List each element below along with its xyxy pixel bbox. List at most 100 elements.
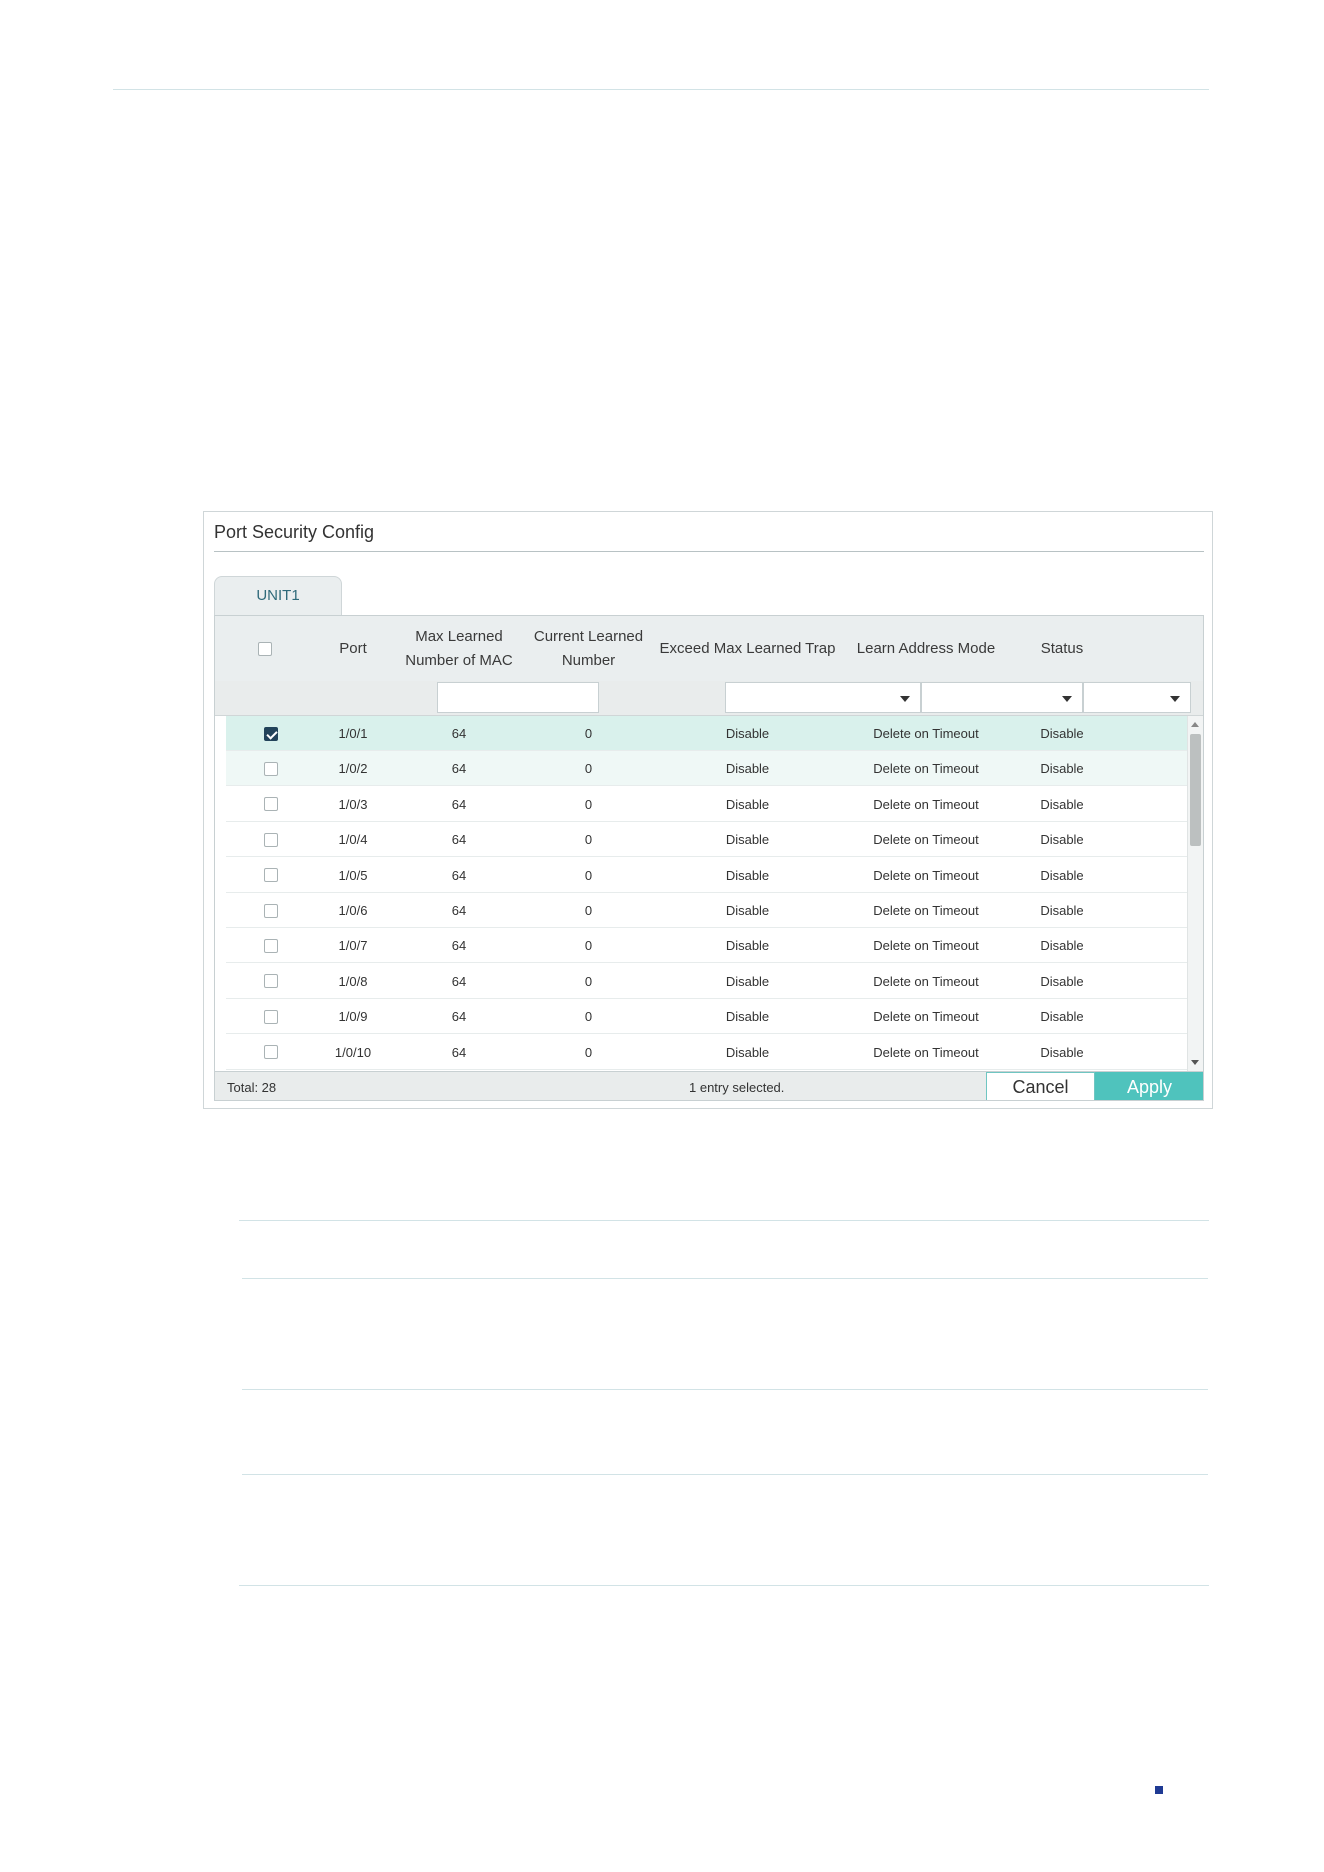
- row-checkbox[interactable]: [263, 974, 278, 989]
- chevron-down-icon: [1062, 696, 1072, 702]
- max-learned-filter-input[interactable]: [437, 682, 599, 713]
- exceed-trap-filter-select[interactable]: [725, 682, 921, 713]
- status-cell: Disable: [1040, 973, 1084, 989]
- port-cell: 1/0/5: [338, 867, 368, 883]
- row-checkbox-cell: [226, 822, 315, 857]
- chevron-down-icon: [900, 696, 910, 702]
- row-checkbox[interactable]: [263, 1045, 278, 1060]
- scrollbar-thumb[interactable]: [1190, 734, 1201, 846]
- table-row[interactable]: 1/0/7 64 0 Disable Delete on Timeout Disable: [226, 928, 1188, 964]
- learn-mode-cell: Delete on Timeout: [873, 796, 979, 812]
- port-cell: 1/0/4: [338, 832, 368, 848]
- row-checkbox-cell: [226, 858, 315, 893]
- table-row[interactable]: 1/0/6 64 0 Disable Delete on Timeout Disable: [226, 893, 1188, 928]
- status-filter-select[interactable]: [1083, 682, 1191, 713]
- exceed-trap-cell: Disable: [725, 761, 770, 777]
- row-checkbox[interactable]: [263, 797, 278, 812]
- column-header-max-learned[interactable]: Max Learned Number of MAC: [391, 616, 527, 681]
- column-header-exceed-trap[interactable]: Exceed Max Learned Trap: [650, 616, 845, 681]
- port-cell: 1/0/10: [334, 1044, 372, 1060]
- current-learned-cell: 0: [584, 1009, 593, 1025]
- table-row[interactable]: 1/0/3 64 0 Disable Delete on Timeout Disable: [226, 787, 1188, 822]
- exceed-trap-cell: Disable: [725, 938, 770, 954]
- row-checkbox[interactable]: [263, 938, 278, 953]
- cancel-button[interactable]: Cancel: [986, 1072, 1095, 1100]
- divider: [242, 1474, 1208, 1475]
- row-checkbox-cell: [226, 751, 315, 786]
- row-checkbox[interactable]: [263, 868, 278, 883]
- exceed-trap-cell: Disable: [725, 1044, 770, 1060]
- current-learned-cell: 0: [584, 867, 593, 883]
- port-cell: 1/0/3: [338, 796, 368, 812]
- exceed-trap-cell: Disable: [725, 1009, 770, 1025]
- row-checkbox-cell: [226, 999, 315, 1034]
- header-divider: [113, 89, 1209, 90]
- table-footer: Total: 28 1 entry selected. Cancel Apply: [215, 1071, 1203, 1100]
- row-checkbox-checked[interactable]: [263, 726, 278, 741]
- row-checkbox-cell: [226, 787, 315, 822]
- row-checkbox-cell: [226, 964, 315, 999]
- max-learned-cell: 64: [451, 973, 467, 989]
- status-cell: Disable: [1040, 832, 1084, 848]
- max-learned-cell: 64: [451, 867, 467, 883]
- apply-button[interactable]: Apply: [1095, 1072, 1203, 1100]
- row-checkbox[interactable]: [263, 1009, 278, 1024]
- table-row[interactable]: 1/0/9 64 0 Disable Delete on Timeout Disable: [226, 999, 1188, 1035]
- total-count: Total: 28: [227, 1080, 277, 1095]
- table-row[interactable]: 1/0/2 64 0 Disable Delete on Timeout Disable: [226, 751, 1188, 787]
- column-header-port[interactable]: Port: [315, 616, 391, 681]
- port-cell: 1/0/8: [338, 973, 368, 989]
- status-cell: Disable: [1040, 938, 1084, 954]
- status-cell: Disable: [1040, 761, 1084, 777]
- port-cell: 1/0/6: [338, 903, 368, 918]
- learn-mode-cell: Delete on Timeout: [873, 1044, 979, 1060]
- chevron-down-icon: [1170, 696, 1180, 702]
- row-checkbox-cell: [226, 893, 315, 928]
- learn-mode-cell: Delete on Timeout: [873, 867, 979, 883]
- learn-mode-cell: Delete on Timeout: [873, 832, 979, 848]
- column-header-current-learned[interactable]: Current Learned Number: [527, 616, 650, 681]
- max-learned-cell: 64: [451, 1009, 467, 1025]
- current-learned-cell: 0: [584, 832, 593, 848]
- tab-unit1[interactable]: UNIT1: [214, 576, 342, 616]
- select-all-cell: [215, 616, 315, 681]
- panel-title-divider: [214, 551, 1204, 552]
- current-learned-cell: 0: [584, 973, 593, 989]
- row-checkbox[interactable]: [263, 903, 278, 918]
- current-learned-cell: 0: [584, 761, 593, 777]
- exceed-trap-cell: Disable: [725, 903, 770, 918]
- exceed-trap-cell: Disable: [725, 973, 770, 989]
- current-learned-cell: 0: [584, 796, 593, 812]
- learn-mode-filter-select[interactable]: [921, 682, 1083, 713]
- current-learned-cell: 0: [584, 938, 593, 954]
- port-cell: 1/0/7: [338, 938, 368, 954]
- column-header-learn-mode[interactable]: Learn Address Mode: [845, 616, 1007, 681]
- current-learned-cell: 0: [584, 726, 593, 741]
- current-learned-cell: 0: [584, 1044, 593, 1060]
- column-header-status[interactable]: Status: [1007, 616, 1117, 681]
- table-scrollbar[interactable]: [1187, 716, 1203, 1071]
- filter-row: [215, 681, 1203, 716]
- row-checkbox[interactable]: [263, 761, 278, 776]
- table-row[interactable]: 1/0/5 64 0 Disable Delete on Timeout Disable: [226, 858, 1188, 893]
- table-row[interactable]: 1/0/1 64 0 Disable Delete on Timeout Disable: [226, 716, 1188, 751]
- row-checkbox-cell: [226, 716, 315, 751]
- learn-mode-cell: Delete on Timeout: [873, 761, 979, 777]
- max-learned-cell: 64: [451, 726, 467, 741]
- table-row[interactable]: 1/0/8 64 0 Disable Delete on Timeout Disable: [226, 964, 1188, 999]
- scroll-down-arrow-icon[interactable]: [1191, 1060, 1199, 1065]
- select-all-checkbox[interactable]: [258, 641, 272, 656]
- scroll-up-arrow-icon[interactable]: [1191, 722, 1199, 727]
- current-learned-cell: 0: [584, 903, 593, 918]
- max-learned-cell: 64: [451, 832, 467, 848]
- max-learned-cell: 64: [451, 903, 467, 918]
- table-row[interactable]: 1/0/4 64 0 Disable Delete on Timeout Disable: [226, 822, 1188, 858]
- learn-mode-cell: Delete on Timeout: [873, 938, 979, 954]
- exceed-trap-cell: Disable: [725, 726, 770, 741]
- status-cell: Disable: [1040, 796, 1084, 812]
- table-row[interactable]: 1/0/10 64 0 Disable Delete on Timeout Disable: [226, 1035, 1188, 1070]
- port-cell: 1/0/2: [338, 761, 368, 777]
- table-header: Port Max Learned Number of MAC Current L…: [215, 616, 1203, 682]
- divider: [242, 1389, 1208, 1390]
- row-checkbox[interactable]: [263, 832, 278, 847]
